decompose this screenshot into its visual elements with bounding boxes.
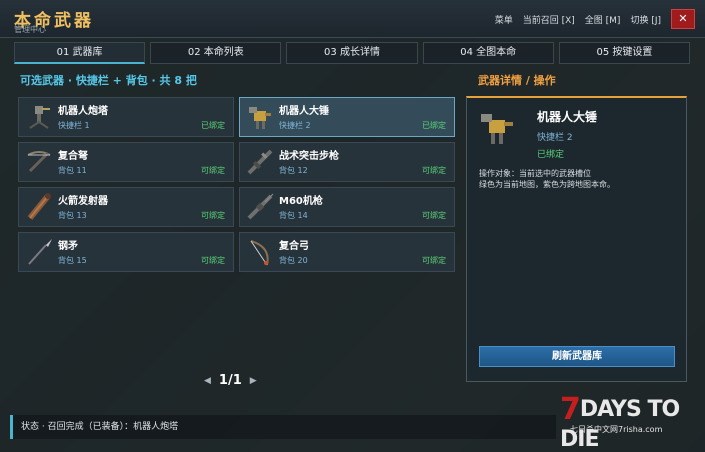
weapon-bind-state: 可绑定 <box>422 256 446 265</box>
spear-icon <box>28 239 52 265</box>
weapon-slot-assault-rifle[interactable]: 战术突击步枪 背包 12 可绑定 <box>239 142 455 182</box>
weapon-bind-state: 可绑定 <box>201 256 225 265</box>
detail-panel-title: 武器详情 / 操作 <box>478 74 556 87</box>
tab-bar: 01 武器库 02 本命列表 03 成长详情 04 全图本命 05 按键设置 <box>14 42 691 64</box>
weapon-bind-state: 可绑定 <box>422 166 446 175</box>
assault-rifle-icon <box>247 149 273 175</box>
detail-desc-line: 操作对象：当前选中的武器槽位 <box>479 169 591 178</box>
detail-description: 操作对象：当前选中的武器槽位 绿色为当前地图，紫色为跨地图本命。 <box>479 168 679 190</box>
turret-icon <box>29 106 50 129</box>
pager: ◀ 1/1 ▶ <box>204 373 257 388</box>
status-bar: 状态 · 召回完成（已装备）：机器人炮塔 <box>10 415 556 439</box>
tab-weapon-library[interactable]: 01 武器库 <box>14 42 146 64</box>
prev-page-button[interactable]: ◀ <box>204 376 211 386</box>
weapon-location: 背包 15 <box>58 256 87 265</box>
weapon-slot-m60[interactable]: M60机枪 背包 14 可绑定 <box>239 187 455 227</box>
detail-weapon-name: 机器人大锤 <box>537 110 598 124</box>
machine-gun-icon <box>247 193 274 220</box>
rocket-launcher-icon <box>27 193 51 220</box>
page-indicator: 1/1 <box>218 373 242 388</box>
next-page-button[interactable]: ▶ <box>250 376 257 386</box>
recall-button[interactable]: 当前召回 [X] <box>523 13 575 26</box>
header-bar: 本命武器 管理中心 菜单 当前召回 [X] 全图 [M] 切换 [J] ✕ <box>0 0 705 38</box>
weapon-name: 复合弩 <box>58 151 88 162</box>
weapon-name: 战术突击步枪 <box>279 151 339 162</box>
weapon-slot-compound-bow[interactable]: 复合弓 背包 20 可绑定 <box>239 232 455 272</box>
sledge-robot-icon <box>249 107 271 129</box>
refresh-weapon-library-button[interactable]: 刷新武器库 <box>479 346 675 367</box>
weapon-location: 背包 11 <box>58 166 87 175</box>
tab-key-settings[interactable]: 05 按键设置 <box>558 42 691 64</box>
logo-title: 7DAYS TO DIE <box>560 392 700 452</box>
weapon-bind-state: 可绑定 <box>201 211 225 220</box>
tab-growth-details[interactable]: 03 成长详情 <box>286 42 418 64</box>
weapon-slot-crossbow[interactable]: 复合弩 背包 11 可绑定 <box>18 142 234 182</box>
compound-bow-icon <box>250 240 269 266</box>
weapon-name: 机器人大锤 <box>279 106 329 117</box>
close-button[interactable]: ✕ <box>671 9 695 29</box>
weapon-name: 复合弓 <box>279 241 309 252</box>
weapon-location: 快捷栏 2 <box>279 121 311 130</box>
weapon-bind-state: 已绑定 <box>201 121 225 130</box>
weapon-name: 火箭发射器 <box>58 196 108 207</box>
weapon-name: 机器人炮塔 <box>58 106 108 117</box>
crossbow-icon <box>27 151 51 173</box>
fullmap-button[interactable]: 全图 [M] <box>585 13 621 26</box>
menu-button[interactable]: 菜单 <box>495 13 513 26</box>
weapon-name: 钢矛 <box>58 241 78 252</box>
weapon-slot-turret[interactable]: 机器人炮塔 快捷栏 1 已绑定 <box>18 97 234 137</box>
logo-seven: 7 <box>560 392 581 427</box>
weapon-slot-steel-spear[interactable]: 钢矛 背包 15 可绑定 <box>18 232 234 272</box>
tab-bound-list[interactable]: 02 本命列表 <box>150 42 282 64</box>
weapon-bind-state: 可绑定 <box>422 211 446 220</box>
detail-panel: 机器人大锤 快捷栏 2 已绑定 操作对象：当前选中的武器槽位 绿色为当前地图，紫… <box>466 96 687 382</box>
weapon-slot-robot-sledge[interactable]: 机器人大锤 快捷栏 2 已绑定 <box>239 97 455 137</box>
sledge-robot-icon <box>481 114 513 144</box>
weapon-location: 背包 12 <box>279 166 308 175</box>
detail-weapon-location: 快捷栏 2 <box>537 133 573 143</box>
weapon-bind-state: 已绑定 <box>422 121 446 130</box>
logo-subtitle: 七日杀中文网7risha.com <box>570 425 663 434</box>
top-menu: 菜单 当前召回 [X] 全图 [M] 切换 [J] <box>495 13 661 26</box>
page-subtitle: 管理中心 <box>14 25 46 34</box>
weapon-location: 背包 20 <box>279 256 308 265</box>
weapon-location: 快捷栏 1 <box>58 121 90 130</box>
main-window: 本命武器 管理中心 菜单 当前召回 [X] 全图 [M] 切换 [J] ✕ 01… <box>0 0 705 452</box>
game-logo: 7DAYS TO DIE 七日杀中文网7risha.com <box>560 388 700 452</box>
tab-global-bound[interactable]: 04 全图本命 <box>422 42 554 64</box>
switch-button[interactable]: 切换 [J] <box>630 13 661 26</box>
weapon-slot-rocket-launcher[interactable]: 火箭发射器 背包 13 可绑定 <box>18 187 234 227</box>
weapon-location: 背包 13 <box>58 211 87 220</box>
weapon-bind-state: 可绑定 <box>201 166 225 175</box>
weapon-name: M60机枪 <box>279 196 323 207</box>
detail-desc-line: 绿色为当前地图，紫色为跨地图本命。 <box>479 180 615 189</box>
detail-weapon-state: 已绑定 <box>537 150 565 160</box>
weapon-location: 背包 14 <box>279 211 308 220</box>
weapon-list-title: 可选武器 · 快捷栏 + 背包 · 共 8 把 <box>20 74 197 87</box>
